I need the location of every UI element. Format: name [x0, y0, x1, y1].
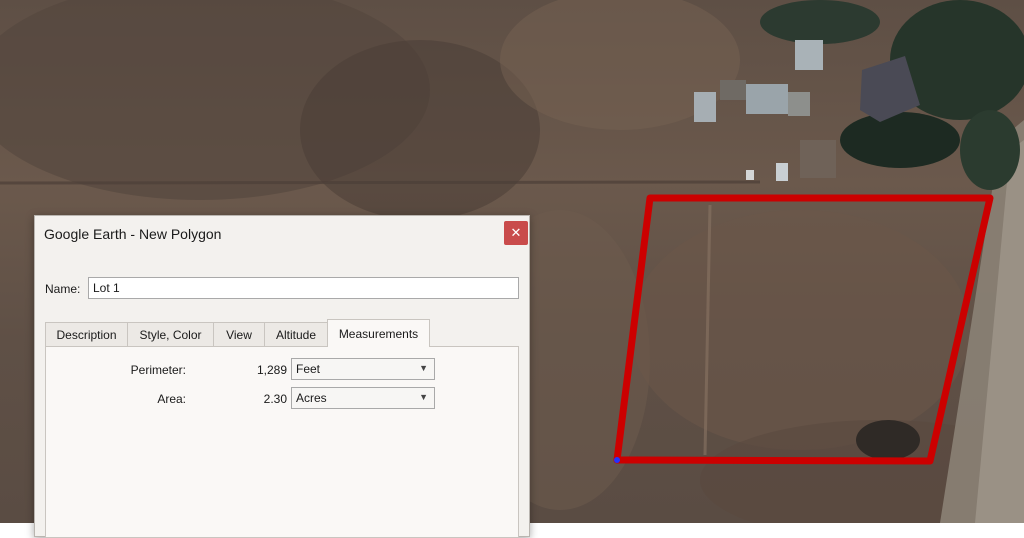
- polygon-vertex-handle[interactable]: [614, 457, 620, 463]
- tab-label: Style, Color: [139, 328, 202, 342]
- tab-measurements[interactable]: Measurements: [327, 319, 430, 347]
- tab-view[interactable]: View: [213, 322, 265, 346]
- perimeter-label: Perimeter:: [130, 363, 186, 377]
- area-label: Area:: [157, 392, 186, 406]
- tab-description[interactable]: Description: [45, 322, 128, 346]
- tab-label: Description: [56, 328, 117, 342]
- tab-altitude[interactable]: Altitude: [264, 322, 328, 346]
- tab-style-color[interactable]: Style, Color: [127, 322, 214, 346]
- perimeter-unit-value: Feet: [296, 362, 321, 376]
- measurements-panel: Perimeter: 1,289 Feet ▼ Area: 2.30 Acres…: [45, 346, 519, 538]
- dialog-title: Google Earth - New Polygon: [44, 226, 222, 242]
- tab-label: Altitude: [275, 328, 317, 342]
- new-polygon-dialog: Google Earth - New Polygon ✕ Name: Descr…: [34, 215, 530, 538]
- chevron-down-icon: ▼: [419, 363, 428, 373]
- tab-label: Measurements: [338, 327, 419, 341]
- name-input[interactable]: [88, 277, 519, 299]
- chevron-down-icon: ▼: [419, 392, 428, 402]
- dialog-titlebar[interactable]: Google Earth - New Polygon ✕: [35, 216, 529, 252]
- close-button[interactable]: ✕: [504, 221, 528, 245]
- tab-label: View: [226, 328, 252, 342]
- area-unit-select[interactable]: Acres ▼: [291, 387, 435, 409]
- area-value: 2.30: [263, 392, 287, 406]
- perimeter-unit-select[interactable]: Feet ▼: [291, 358, 435, 380]
- name-label: Name:: [45, 282, 81, 296]
- close-icon: ✕: [510, 225, 522, 240]
- area-unit-value: Acres: [296, 391, 327, 405]
- perimeter-value: 1,289: [256, 363, 287, 377]
